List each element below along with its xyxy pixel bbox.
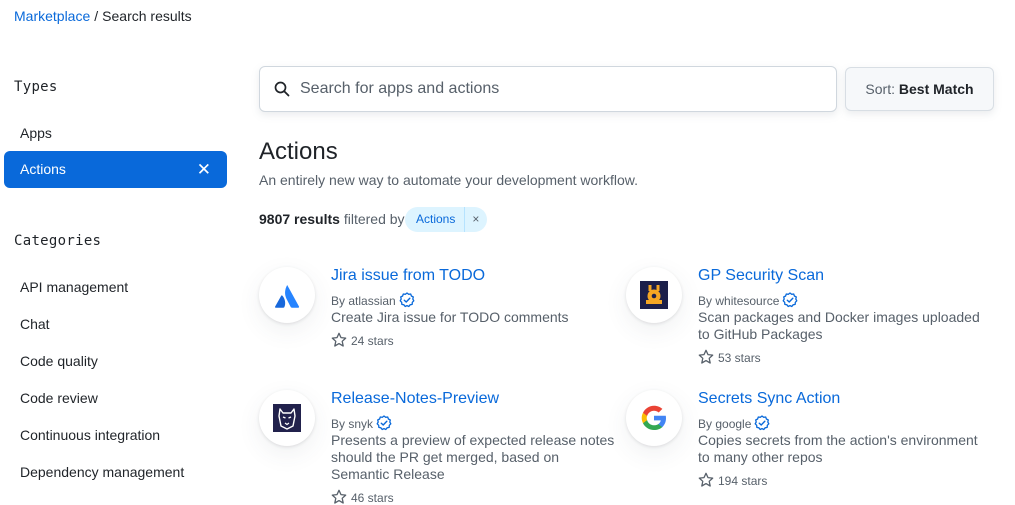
- snyk-logo-icon: [273, 404, 301, 432]
- search-box[interactable]: [259, 66, 837, 112]
- action-description: Presents a preview of expected release n…: [331, 432, 615, 482]
- action-stars: 194 stars: [698, 469, 767, 488]
- category-api-management[interactable]: API management: [4, 269, 227, 306]
- action-logo[interactable]: [259, 267, 315, 323]
- results-count: 9807 results: [259, 211, 340, 227]
- breadcrumb: Marketplace / Search results: [14, 8, 192, 24]
- action-author: By google: [698, 412, 770, 431]
- star-count: 53 stars: [718, 351, 761, 365]
- action-stars: 24 stars: [331, 329, 394, 348]
- atlassian-logo-icon: [274, 285, 300, 308]
- search-input[interactable]: [300, 67, 820, 111]
- action-logo[interactable]: [259, 390, 315, 446]
- clear-filter-close-icon[interactable]: ✕: [197, 151, 211, 188]
- category-dependency-management[interactable]: Dependency management: [4, 454, 227, 491]
- by-label: By: [698, 417, 713, 431]
- author-name: whitesource: [715, 294, 780, 308]
- star-count: 194 stars: [718, 474, 768, 488]
- filter-pill-close-icon[interactable]: ×: [465, 207, 487, 232]
- category-chat[interactable]: Chat: [4, 306, 227, 343]
- category-label: Code review: [20, 390, 98, 406]
- action-description: Scan packages and Docker images uploaded…: [698, 309, 980, 342]
- by-label: By: [331, 294, 346, 308]
- star-icon: [331, 489, 347, 504]
- breadcrumb-current: Search results: [102, 8, 192, 24]
- breadcrumb-marketplace-link[interactable]: Marketplace: [14, 8, 90, 24]
- category-label: Chat: [20, 316, 50, 332]
- google-logo-icon: [641, 405, 666, 430]
- star-icon: [698, 472, 714, 487]
- star-icon: [331, 332, 347, 347]
- star-icon: [698, 349, 714, 364]
- action-stars: 53 stars: [698, 346, 761, 365]
- action-author: By snyk: [331, 412, 392, 431]
- by-label: By: [331, 417, 346, 431]
- author-name: snyk: [348, 417, 374, 431]
- verified-check-icon: [782, 292, 798, 308]
- action-description: Create Jira issue for TODO comments: [331, 309, 569, 325]
- type-filter-label: Actions: [20, 161, 66, 177]
- action-author: By whitesource: [698, 289, 798, 308]
- action-title-link[interactable]: Jira issue from TODO: [331, 267, 485, 285]
- action-title-link[interactable]: Secrets Sync Action: [698, 390, 840, 408]
- types-heading: Types: [14, 79, 58, 95]
- category-code-review[interactable]: Code review: [4, 380, 227, 417]
- sort-prefix: Sort:: [865, 81, 895, 97]
- verified-check-icon: [376, 415, 392, 431]
- action-author: By atlassian: [331, 289, 415, 308]
- breadcrumb-separator: /: [94, 8, 99, 24]
- category-code-quality[interactable]: Code quality: [4, 343, 227, 380]
- category-continuous-integration[interactable]: Continuous integration: [4, 417, 227, 454]
- action-title-link[interactable]: Release-Notes-Preview: [331, 390, 499, 408]
- results-filtered-by: filtered by: [343, 211, 405, 227]
- author-name: atlassian: [348, 294, 396, 308]
- star-count: 46 stars: [351, 491, 394, 505]
- action-stars: 46 stars: [331, 486, 394, 505]
- category-label: Continuous integration: [20, 427, 161, 443]
- page-title: Actions: [259, 138, 338, 165]
- verified-check-icon: [754, 415, 770, 431]
- action-title-link[interactable]: GP Security Scan: [698, 267, 824, 285]
- type-filter-apps[interactable]: Apps: [4, 115, 227, 152]
- action-logo[interactable]: [626, 390, 682, 446]
- verified-check-icon: [399, 292, 415, 308]
- action-logo[interactable]: [626, 267, 682, 323]
- action-description: Copies secrets from the action's environ…: [698, 432, 978, 465]
- active-filter-pill: Actions ×: [405, 207, 488, 232]
- filter-pill-label: Actions: [405, 207, 466, 232]
- results-summary: 9807 results filtered by: [259, 211, 405, 227]
- category-label: Dependency management: [20, 464, 185, 480]
- type-filter-actions[interactable]: Actions ✕: [4, 151, 227, 188]
- author-name: google: [715, 417, 752, 431]
- star-count: 24 stars: [351, 334, 394, 348]
- type-filter-label: Apps: [20, 125, 52, 141]
- page-subtitle: An entirely new way to automate your dev…: [259, 172, 638, 188]
- sort-value: Best Match: [898, 81, 974, 97]
- categories-heading: Categories: [14, 233, 102, 249]
- category-label: Code quality: [20, 353, 98, 369]
- search-icon: [274, 81, 290, 97]
- by-label: By: [698, 294, 713, 308]
- category-label: API management: [20, 279, 129, 295]
- sort-button[interactable]: Sort: Best Match: [845, 67, 994, 111]
- whitesource-logo-icon: [640, 281, 668, 309]
